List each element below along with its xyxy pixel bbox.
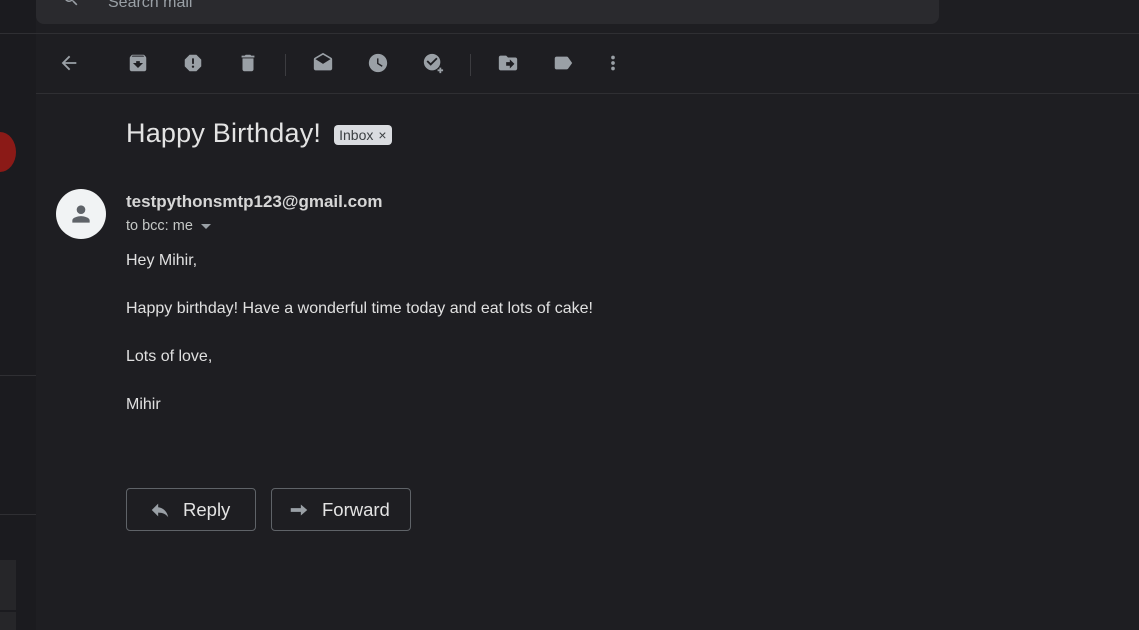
body-line: Hey Mihir, <box>126 252 198 269</box>
avatar[interactable] <box>56 189 106 239</box>
message-toolbar <box>36 34 1139 93</box>
remove-label-icon[interactable]: × <box>378 127 386 143</box>
forward-button[interactable]: Forward <box>271 488 411 531</box>
toolbar-separator <box>285 54 286 76</box>
rail-item[interactable] <box>0 612 16 630</box>
sender-email[interactable]: testpythonsmtp123@gmail.com <box>126 192 383 212</box>
move-folder-icon <box>498 55 518 71</box>
subject-row: Happy Birthday! Inbox × <box>126 118 392 149</box>
add-to-tasks-button[interactable] <box>416 46 450 80</box>
rail-divider <box>0 375 36 376</box>
mail-page: Search mail Happy Birthday! Inbox × test… <box>0 0 1139 630</box>
chevron-down-icon[interactable] <box>200 223 211 229</box>
message-subject: Happy Birthday! <box>126 118 322 148</box>
inbox-label-chip[interactable]: Inbox × <box>334 124 392 145</box>
recipient-text: to bcc: me <box>126 218 193 234</box>
spam-icon <box>184 54 202 72</box>
body-line: Happy birthday! Have a wonderful time to… <box>126 300 593 317</box>
trash-icon <box>241 54 255 72</box>
reply-button[interactable]: Reply <box>126 488 256 531</box>
report-spam-button[interactable] <box>176 46 210 80</box>
move-to-button[interactable] <box>491 46 525 80</box>
search-input[interactable]: Search mail <box>108 0 192 12</box>
recipient-details: to bcc: me <box>126 218 211 234</box>
archive-icon <box>129 54 147 72</box>
more-button[interactable] <box>596 46 630 80</box>
divider <box>36 93 1139 94</box>
rail-item[interactable] <box>0 560 16 610</box>
label-icon <box>554 56 573 70</box>
reply-label: Reply <box>183 498 231 520</box>
rail-divider <box>0 514 36 515</box>
reply-icon <box>149 499 171 521</box>
labels-button[interactable] <box>546 46 580 80</box>
arrow-left-icon <box>61 55 77 71</box>
label-chip-text: Inbox <box>339 126 374 143</box>
add-task-icon <box>423 53 444 74</box>
body-line: Mihir <box>126 396 161 413</box>
back-button[interactable] <box>52 46 86 80</box>
left-rail <box>0 0 36 630</box>
rail-badge[interactable] <box>0 132 16 172</box>
search-bar[interactable]: Search mail <box>36 0 939 24</box>
mark-unread-button[interactable] <box>306 46 340 80</box>
forward-icon <box>288 499 310 521</box>
delete-button[interactable] <box>231 46 265 80</box>
person-icon <box>72 205 90 223</box>
toolbar-separator <box>470 54 471 76</box>
clock-icon <box>368 53 388 73</box>
archive-button[interactable] <box>121 46 155 80</box>
more-vertical-icon <box>611 55 615 71</box>
mail-open-icon <box>313 52 333 71</box>
body-line: Lots of love, <box>126 348 213 365</box>
forward-label: Forward <box>322 498 390 520</box>
search-icon[interactable] <box>62 0 80 8</box>
snooze-button[interactable] <box>361 46 395 80</box>
